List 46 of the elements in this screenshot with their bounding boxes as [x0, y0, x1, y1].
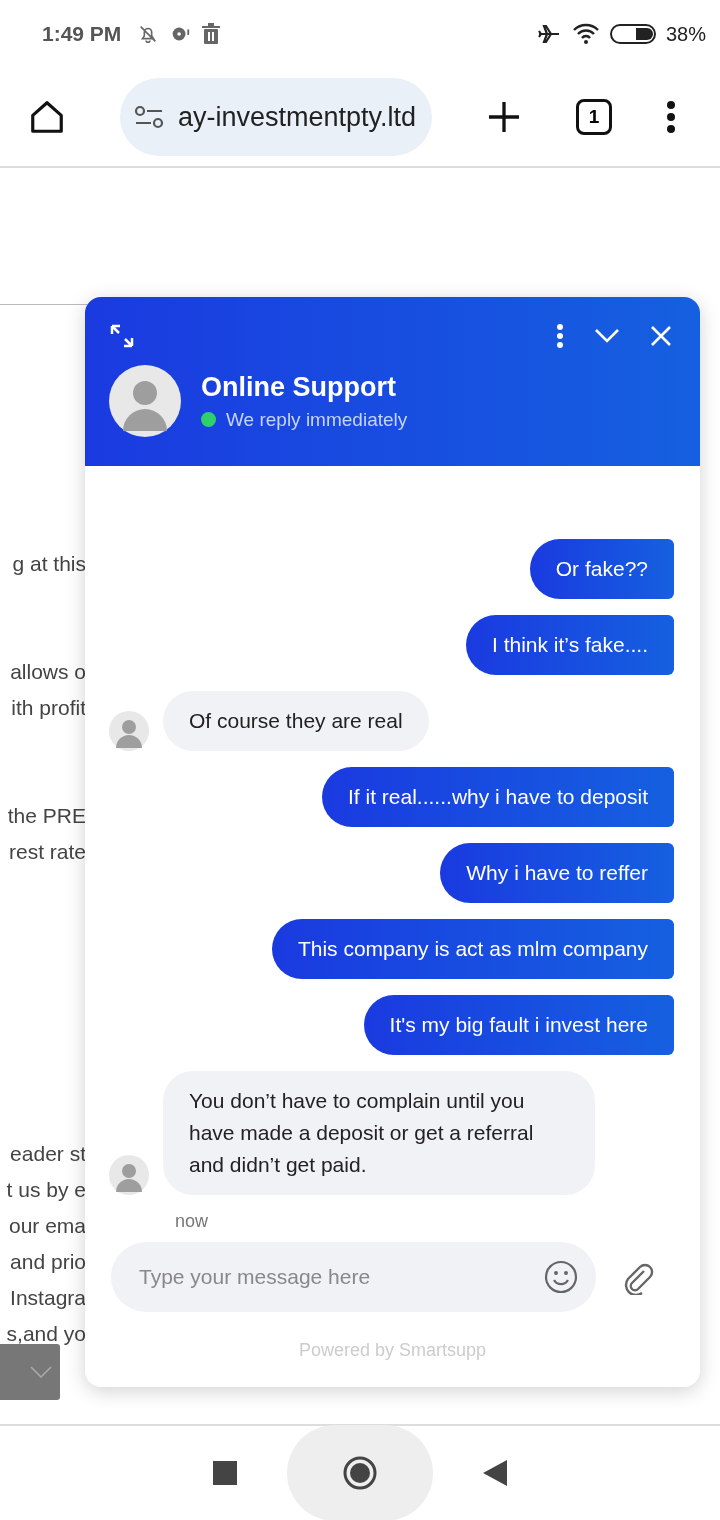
- chevron-down-icon[interactable]: [594, 328, 620, 344]
- message-text-input[interactable]: Type your message here: [137, 1264, 544, 1290]
- received-message: You don’t have to complain until you have made a deposit or get a referral and didn’t get paid.: [163, 1071, 595, 1195]
- more-menu-icon[interactable]: [666, 100, 676, 134]
- home-icon[interactable]: [28, 98, 66, 136]
- page-text-line: the PRE: [6, 803, 86, 829]
- avatar-silhouette: [109, 1155, 149, 1195]
- chat-status-text: We reply immediately: [226, 408, 408, 431]
- address-bar[interactable]: ay-investmentpty.ltd: [119, 78, 433, 156]
- chat-title: Online Support: [201, 371, 397, 403]
- page-text-line: and prio: [9, 1249, 86, 1275]
- sent-message: Or fake??: [529, 539, 674, 599]
- site-settings-icon[interactable]: [133, 104, 164, 130]
- page-text-line: our ema: [7, 1213, 86, 1239]
- sent-message: Why i have to reffer: [440, 843, 674, 903]
- battery-icon: [609, 23, 656, 45]
- more-options-icon[interactable]: [556, 323, 564, 349]
- avatar-silhouette: [109, 365, 181, 437]
- sent-message: If it real......why i have to deposit: [322, 767, 674, 827]
- expand-icon[interactable]: [109, 323, 135, 349]
- page-text-line: rest rate: [7, 839, 86, 865]
- close-icon[interactable]: [650, 325, 672, 347]
- page-text-line: g at this: [11, 551, 86, 577]
- airplane-icon: [535, 22, 562, 46]
- sent-message: It's my big fault i invest here: [363, 995, 674, 1055]
- battery-percent: 38%: [665, 22, 706, 46]
- circle-icon: [342, 1455, 378, 1491]
- page-text-line: ith profit: [10, 695, 86, 721]
- message-input[interactable]: Type your message here: [111, 1242, 596, 1312]
- page-text-line: eader st: [9, 1141, 86, 1167]
- tab-count-button[interactable]: 1: [576, 99, 612, 135]
- back-icon[interactable]: [483, 1460, 507, 1486]
- message-time: now: [175, 1211, 210, 1232]
- trash-icon: [201, 23, 222, 45]
- chevron-down-icon: [30, 1366, 52, 1378]
- emoji-icon[interactable]: [544, 1260, 578, 1294]
- status-time: 1:49 PM: [42, 22, 122, 46]
- sent-message: This company is act as mlm company: [271, 919, 674, 979]
- page-text-line: t us by e: [5, 1177, 86, 1203]
- received-message: Of course they are real: [163, 691, 429, 751]
- page-text-line: s,and yo: [5, 1321, 86, 1347]
- sent-message: I think it’s fake....: [466, 615, 674, 675]
- page-text-line: allows o: [9, 659, 86, 685]
- wifi-icon: [571, 22, 600, 46]
- avatar-silhouette: [109, 711, 149, 751]
- page-text-line: Instagra: [9, 1285, 86, 1311]
